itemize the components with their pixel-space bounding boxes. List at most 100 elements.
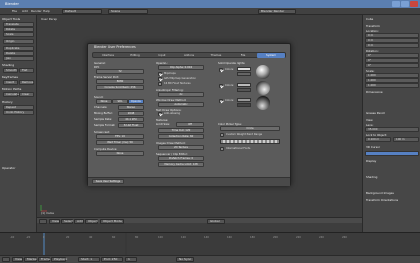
transform-header[interactable]: Transform bbox=[366, 24, 380, 28]
menu-file[interactable]: File bbox=[12, 9, 17, 13]
light-3-specular-swatch[interactable] bbox=[237, 103, 251, 107]
light-1-specular-swatch[interactable] bbox=[237, 72, 251, 76]
shading-header[interactable]: Shading bbox=[366, 175, 377, 179]
anisotropic-select[interactable]: 2x bbox=[158, 92, 204, 97]
light-2-checkbox[interactable] bbox=[219, 84, 223, 88]
sound-sdl-option[interactable]: SDL bbox=[112, 99, 128, 104]
light-1-diffuse-swatch[interactable] bbox=[237, 67, 251, 71]
16bit-float-checkbox[interactable] bbox=[158, 82, 162, 86]
insert-keyframe-button[interactable]: Insert bbox=[3, 80, 18, 85]
scale-z-field[interactable]: 1.000 bbox=[365, 83, 419, 88]
light-2-diffuse-swatch[interactable] bbox=[237, 83, 251, 87]
light-3-diffuse-swatch[interactable] bbox=[237, 98, 251, 102]
timeline-menu-playback[interactable]: Playback bbox=[51, 257, 67, 262]
section-object-tools[interactable]: Object Tools bbox=[2, 17, 20, 21]
limit-size-select[interactable]: Off bbox=[176, 122, 204, 127]
window-draw-select[interactable]: Automatic bbox=[158, 102, 204, 107]
channels-select[interactable]: Stereo bbox=[118, 105, 144, 110]
frame-server-port-field[interactable]: 8080 bbox=[96, 79, 144, 84]
custom-weight-paint-checkbox[interactable] bbox=[220, 133, 224, 137]
tab-system[interactable]: System bbox=[257, 53, 285, 58]
timeline-menu-view[interactable]: View bbox=[12, 257, 23, 262]
join-button[interactable]: Join bbox=[3, 56, 34, 61]
compute-device-select[interactable]: None bbox=[96, 151, 144, 156]
view-header[interactable]: View bbox=[366, 118, 373, 122]
tab-addons[interactable]: Addons bbox=[176, 53, 202, 58]
scene-select[interactable]: Scene bbox=[108, 9, 148, 14]
origin-button[interactable]: Origin bbox=[3, 39, 34, 44]
light-2-specular-swatch[interactable] bbox=[237, 88, 251, 92]
mipmaps-checkbox[interactable] bbox=[158, 72, 162, 76]
operator-panel[interactable]: Operator bbox=[2, 166, 15, 170]
cursor-location-field[interactable] bbox=[365, 151, 419, 156]
sound-openal-option[interactable]: OpenAL bbox=[128, 99, 144, 104]
close-button[interactable] bbox=[410, 1, 418, 7]
sample-format-select[interactable]: 32-bit Float bbox=[118, 123, 144, 128]
background-images-header[interactable]: Background Images bbox=[366, 191, 394, 195]
screencast-wait-timer-field[interactable]: Wait Timer (ms): 50 bbox=[96, 140, 144, 145]
grease-pencil-header[interactable]: Grease Pencil bbox=[366, 111, 385, 115]
dpi-field[interactable]: 72 bbox=[96, 69, 144, 74]
tab-editing[interactable]: Editing bbox=[122, 53, 148, 58]
display-header[interactable]: Display bbox=[366, 159, 376, 163]
menu-object[interactable]: Object bbox=[85, 219, 98, 224]
clear-button[interactable]: Clear bbox=[19, 92, 34, 97]
scale-button[interactable]: Scale bbox=[3, 32, 34, 37]
calculate-button[interactable]: Calculate bbox=[3, 92, 19, 97]
mode-select[interactable]: Object Mode bbox=[100, 219, 124, 224]
orientation-select[interactable]: Global bbox=[207, 219, 225, 224]
menu-add[interactable]: Add bbox=[22, 9, 28, 13]
clip-start-field[interactable]: 0.100 m bbox=[365, 137, 391, 142]
minimize-button[interactable] bbox=[392, 1, 400, 7]
collection-rate-field[interactable]: Collection Rate: 60 bbox=[158, 134, 204, 139]
menu-select[interactable]: Select bbox=[61, 219, 73, 224]
memory-cache-field[interactable]: Memory Cache Limit: 128 bbox=[158, 162, 204, 167]
menu-help[interactable]: Help bbox=[43, 9, 50, 13]
rotation-z-field[interactable]: 0° bbox=[365, 63, 419, 68]
sample-rate-select[interactable]: 44.1 kHz bbox=[118, 117, 144, 122]
weight-paint-ramp[interactable] bbox=[220, 139, 280, 144]
timeline-menu-marker[interactable]: Marker bbox=[24, 257, 37, 262]
remove-keyframe-button[interactable]: Remove bbox=[19, 80, 34, 85]
tab-input[interactable]: Input bbox=[149, 53, 175, 58]
international-fonts-checkbox[interactable] bbox=[220, 147, 224, 151]
console-scrollback-field[interactable]: Console Scrollback: 256 bbox=[96, 85, 144, 90]
save-user-settings-button[interactable]: Save User Settings bbox=[92, 179, 124, 184]
start-frame-field[interactable]: Start: 1 bbox=[78, 257, 100, 262]
antialiasing-checkbox[interactable] bbox=[158, 112, 162, 116]
images-draw-select[interactable]: 2D Texture bbox=[158, 145, 204, 150]
timeline-editor-type-icon[interactable] bbox=[2, 257, 10, 262]
menu-add-object[interactable]: Add bbox=[74, 219, 84, 224]
color-picker-select[interactable]: Circle bbox=[220, 126, 280, 131]
3d-cursor-header[interactable]: 3D Cursor bbox=[366, 145, 380, 149]
sync-mode-select[interactable]: No Sync bbox=[176, 257, 194, 262]
gpu-mipmap-checkbox[interactable] bbox=[158, 77, 162, 81]
mixing-buffer-select[interactable]: 2048 bbox=[118, 111, 144, 116]
tab-file[interactable]: File bbox=[230, 53, 256, 58]
end-frame-field[interactable]: End: 250 bbox=[101, 257, 123, 262]
light-2-sphere[interactable] bbox=[256, 81, 270, 95]
lens-field[interactable]: 35.000 bbox=[365, 127, 419, 132]
light-3-sphere[interactable] bbox=[256, 96, 270, 110]
clip-end-field[interactable]: 100 m bbox=[393, 137, 419, 142]
light-1-sphere[interactable] bbox=[256, 65, 270, 79]
menu-view[interactable]: View bbox=[49, 219, 60, 224]
texture-time-out-field[interactable]: Time Out: 120 bbox=[158, 128, 204, 133]
smooth-button[interactable]: Smooth bbox=[3, 68, 18, 73]
clip-alpha-field[interactable]: Clip Alpha: 0.004 bbox=[158, 65, 204, 70]
editor-type-icon[interactable] bbox=[39, 219, 47, 224]
light-3-checkbox[interactable] bbox=[219, 99, 223, 103]
undo-history-button[interactable]: Undo History bbox=[3, 110, 34, 115]
tab-interface[interactable]: Interface bbox=[95, 53, 121, 58]
flat-button[interactable]: Flat bbox=[19, 68, 34, 73]
prefetch-frames-field[interactable]: Prefetch Frames: 0 bbox=[158, 156, 204, 161]
screencast-fps-field[interactable]: FPS: 10 bbox=[96, 134, 144, 139]
light-1-checkbox[interactable] bbox=[219, 68, 223, 72]
timeline-menu-frame[interactable]: Frame bbox=[38, 257, 50, 262]
object-name-field[interactable]: Cube bbox=[366, 17, 373, 21]
tab-themes[interactable]: Themes bbox=[203, 53, 229, 58]
section-history[interactable]: History bbox=[2, 100, 13, 104]
location-z-field[interactable]: 0 m bbox=[365, 43, 419, 48]
render-engine-select[interactable]: Blender Render bbox=[258, 9, 296, 14]
sound-none-option[interactable]: None bbox=[96, 99, 112, 104]
